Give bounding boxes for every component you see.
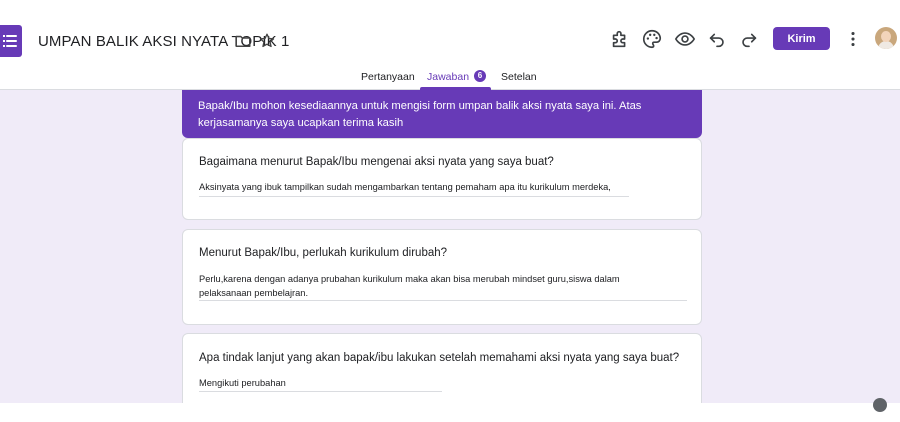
answer-underline: [199, 196, 629, 197]
help-icon[interactable]: [873, 398, 887, 412]
answer-underline: [199, 391, 442, 392]
avatar[interactable]: [875, 27, 897, 49]
undo-icon[interactable]: [706, 28, 728, 50]
tab-questions[interactable]: Pertanyaan: [361, 71, 415, 83]
top-bar: UMPAN BALIK AKSI NYATA TOPIK 1 Kirim Per…: [0, 0, 900, 90]
responses-count-badge: 6: [474, 70, 486, 82]
tab-settings[interactable]: Setelan: [501, 71, 537, 83]
question-card: Bagaimana menurut Bapak/Ibu mengenai aks…: [182, 138, 702, 220]
form-description-card: Bapak/Ibu mohon kesediaannya untuk mengi…: [182, 90, 702, 138]
send-button[interactable]: Kirim: [773, 27, 830, 50]
answer-text: Aksinyata yang ibuk tampilkan sudah meng…: [199, 182, 611, 192]
more-vert-icon[interactable]: [842, 28, 864, 50]
question-card: Menurut Bapak/Ibu, perlukah kurikulum di…: [182, 229, 702, 325]
tab-responses[interactable]: Jawaban: [427, 71, 469, 83]
question-text: Menurut Bapak/Ibu, perlukah kurikulum di…: [199, 247, 448, 259]
question-text: Bagaimana menurut Bapak/Ibu mengenai aks…: [199, 156, 554, 168]
question-card: Apa tindak lanjut yang akan bapak/ibu la…: [182, 333, 702, 403]
answer-text: Mengikuti perubahan: [199, 378, 286, 388]
addon-puzzle-icon[interactable]: [609, 28, 631, 50]
forms-app-icon[interactable]: [0, 25, 22, 57]
bottom-strip: [0, 403, 900, 422]
redo-icon[interactable]: [738, 28, 760, 50]
folder-icon[interactable]: [234, 32, 252, 50]
question-text: Apa tindak lanjut yang akan bapak/ibu la…: [199, 352, 680, 364]
answer-text: Perlu,karena dengan adanya prubahan kuri…: [199, 274, 620, 298]
responses-panel: Bapak/Ibu mohon kesediaannya untuk mengi…: [0, 90, 900, 403]
star-icon[interactable]: [258, 32, 276, 50]
form-description: Bapak/Ibu mohon kesediaannya untuk mengi…: [198, 100, 642, 129]
palette-icon[interactable]: [641, 28, 663, 50]
preview-eye-icon[interactable]: [674, 28, 696, 50]
answer-underline: [199, 300, 687, 301]
